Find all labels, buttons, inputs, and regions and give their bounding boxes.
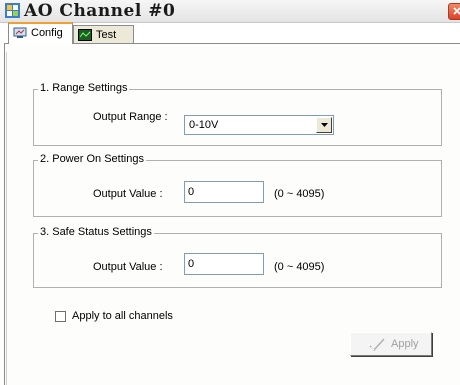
power-on-output-value-label: Output Value : bbox=[93, 188, 163, 200]
group-title: 2. Power On Settings bbox=[38, 153, 146, 165]
group-title: 3. Safe Status Settings bbox=[38, 226, 154, 238]
tab-config[interactable]: Config bbox=[8, 22, 73, 44]
output-range-value: 0-10V bbox=[189, 119, 219, 131]
power-on-settings-group: 2. Power On Settings Output Value : (0 ~… bbox=[33, 153, 442, 217]
tab-strip: Config Test bbox=[4, 22, 460, 44]
safe-status-range-hint: (0 ~ 4095) bbox=[274, 261, 325, 273]
range-settings-group: 1. Range Settings Output Range : 0-10V bbox=[33, 82, 442, 146]
panel-divider bbox=[6, 52, 7, 385]
dropdown-button[interactable] bbox=[316, 117, 332, 133]
tab-config-label: Config bbox=[31, 27, 63, 39]
output-range-select[interactable]: 0-10V bbox=[184, 115, 334, 135]
app-icon bbox=[5, 3, 20, 18]
ao-channel-window: AO Channel #0 Config Test 1. Range Setti… bbox=[0, 0, 460, 385]
power-on-output-value-input[interactable] bbox=[184, 181, 264, 203]
safe-status-output-value-input[interactable] bbox=[184, 253, 264, 275]
apply-button[interactable]: Apply bbox=[350, 332, 432, 356]
apply-all-label: Apply to all channels bbox=[72, 310, 173, 322]
apply-button-label: Apply bbox=[391, 338, 419, 350]
group-title: 1. Range Settings bbox=[38, 82, 130, 94]
window-title: AO Channel #0 bbox=[24, 1, 176, 21]
close-button[interactable] bbox=[448, 3, 460, 20]
checkmark-icon bbox=[369, 338, 385, 352]
apply-all-checkbox[interactable] bbox=[55, 311, 66, 322]
safe-status-output-value-label: Output Value : bbox=[93, 261, 163, 273]
tab-test-label: Test bbox=[96, 29, 117, 41]
close-icon bbox=[453, 7, 460, 15]
test-icon bbox=[78, 29, 92, 41]
output-range-label: Output Range : bbox=[93, 111, 168, 123]
chevron-down-icon bbox=[321, 123, 328, 127]
title-bar[interactable]: AO Channel #0 bbox=[0, 0, 460, 23]
config-icon bbox=[13, 27, 27, 39]
safe-status-settings-group: 3. Safe Status Settings Output Value : (… bbox=[33, 226, 442, 288]
power-on-range-hint: (0 ~ 4095) bbox=[274, 188, 325, 200]
tab-test[interactable]: Test bbox=[73, 25, 134, 43]
